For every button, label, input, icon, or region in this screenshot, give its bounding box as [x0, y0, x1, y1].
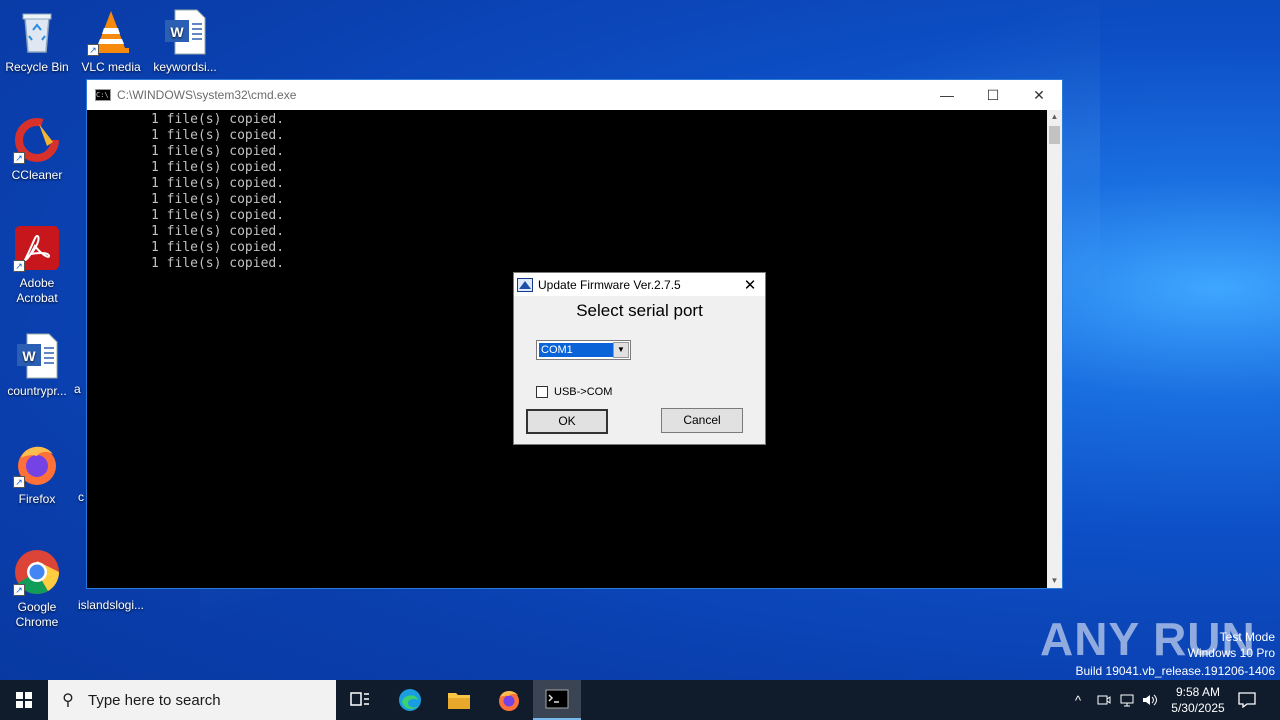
desktop-icon-label: islandslogi...	[77, 598, 145, 612]
desktop-icon-countrypr[interactable]: W countrypr...	[0, 332, 74, 399]
chevron-up-icon[interactable]: ^	[1068, 680, 1088, 720]
console-line: 1 file(s) copied.	[151, 176, 285, 191]
console-line: 1 file(s) copied.	[151, 128, 285, 143]
clock-date: 5/30/2025	[1171, 701, 1225, 715]
scroll-up-icon[interactable]: ▲	[1047, 110, 1062, 124]
usb-com-label: USB->COM	[554, 386, 613, 398]
desktop-icon-ccleaner[interactable]: ↗ CCleaner	[0, 116, 74, 183]
word-document-icon: W	[161, 8, 209, 56]
firefox-icon[interactable]	[485, 680, 533, 720]
task-view-icon[interactable]	[336, 680, 384, 720]
maximize-button[interactable]: ☐	[970, 80, 1016, 110]
search-icon: ⚲	[62, 692, 74, 709]
desktop-icon-recycle-bin[interactable]: Recycle Bin	[0, 8, 74, 75]
serial-port-select[interactable]: COM1 ▼	[536, 340, 631, 360]
search-placeholder: Type here to search	[88, 691, 221, 709]
ok-button[interactable]: OK	[526, 409, 608, 434]
start-button[interactable]	[0, 680, 48, 720]
desktop-icon-google-chrome[interactable]: ↗ Google Chrome	[0, 548, 74, 630]
notification-icon[interactable]	[1236, 680, 1258, 720]
file-explorer-icon[interactable]	[435, 680, 483, 720]
usb-com-option[interactable]: USB->COM	[536, 386, 612, 398]
console-line: 1 file(s) copied.	[151, 240, 285, 255]
edge-icon[interactable]	[386, 680, 434, 720]
console-line: 1 file(s) copied.	[151, 112, 285, 127]
usb-com-checkbox[interactable]	[536, 386, 548, 398]
taskbar: ⚲ Type here to search ^ 9:58 AM 5/30/202…	[0, 680, 1280, 720]
minimize-button[interactable]: —	[924, 80, 970, 110]
dialog-close-button[interactable]: ✕	[735, 276, 765, 294]
dialog-heading: Select serial port	[576, 301, 703, 320]
firmware-app-icon	[517, 277, 533, 292]
desktop-icon-label: Firefox	[18, 492, 56, 506]
taskbar-search-box[interactable]: ⚲ Type here to search	[48, 680, 336, 720]
dialog-title: Update Firmware Ver.2.7.5	[538, 277, 681, 292]
console-line: 1 file(s) copied.	[151, 160, 285, 175]
desktop-icon-label: Google Chrome	[15, 600, 59, 629]
vertical-scrollbar[interactable]: ▲ ▼	[1047, 110, 1062, 588]
shortcut-arrow-icon: ↗	[13, 260, 25, 272]
close-button[interactable]: ✕	[1016, 80, 1062, 110]
cmd-title: C:\WINDOWS\system32\cmd.exe	[117, 88, 297, 102]
desktop-icon-firefox[interactable]: ↗ Firefox	[0, 440, 74, 507]
shortcut-arrow-icon: ↗	[13, 584, 25, 596]
clock-time: 9:58 AM	[1175, 685, 1221, 699]
console-line: 1 file(s) copied.	[151, 224, 285, 239]
svg-text:W: W	[22, 348, 36, 364]
desktop-icon-adobe-acrobat[interactable]: ↗ Adobe Acrobat	[0, 224, 74, 306]
desktop-icon-label: CCleaner	[11, 168, 63, 182]
desktop-icon-vlc[interactable]: ↗ VLC media	[74, 8, 148, 75]
watermark-build: Build 19041.vb_release.191206-1406	[1075, 664, 1276, 678]
update-firmware-dialog[interactable]: Update Firmware Ver.2.7.5 ✕ Select seria…	[513, 272, 766, 445]
console-line: 1 file(s) copied.	[151, 144, 285, 159]
console-line: 1 file(s) copied.	[151, 192, 285, 207]
recycle-bin-icon	[13, 8, 61, 56]
desktop-icon-label: Recycle Bin	[5, 60, 69, 74]
serial-port-value: COM1	[538, 342, 614, 358]
adobe-acrobat-icon: ↗	[13, 224, 61, 272]
shortcut-arrow-icon: ↗	[13, 476, 25, 488]
cmd-taskbar-icon[interactable]	[533, 680, 581, 720]
console-line: 1 file(s) copied.	[151, 256, 285, 271]
chevron-down-icon[interactable]: ▼	[613, 342, 629, 358]
svg-text:W: W	[170, 24, 184, 40]
taskbar-clock[interactable]: 9:58 AM 5/30/2025	[1160, 680, 1236, 720]
word-document-icon: W	[13, 332, 61, 380]
volume-icon[interactable]	[1140, 680, 1160, 720]
watermark-test-mode: Test Mode	[1219, 630, 1275, 644]
scroll-down-icon[interactable]: ▼	[1047, 574, 1062, 588]
dialog-title-bar[interactable]: Update Firmware Ver.2.7.5 ✕	[514, 273, 765, 296]
shortcut-arrow-icon: ↗	[13, 152, 25, 164]
desktop-icon-keywordsi[interactable]: W keywordsi...	[148, 8, 222, 75]
chrome-icon: ↗	[13, 548, 61, 596]
firefox-icon: ↗	[13, 440, 61, 488]
watermark-edition: Windows 10 Pro	[1187, 646, 1275, 660]
meet-now-icon[interactable]	[1094, 680, 1114, 720]
desktop-icon-islandslogi[interactable]: islandslogi...	[74, 598, 148, 613]
cmd-title-bar[interactable]: C:\ C:\WINDOWS\system32\cmd.exe — ☐ ✕	[87, 80, 1062, 110]
desktop-icon-label: countrypr...	[7, 384, 67, 398]
shortcut-arrow-icon: ↗	[87, 44, 99, 56]
desktop-icon-label: keywordsi...	[153, 60, 217, 74]
cancel-button[interactable]: Cancel	[661, 408, 743, 433]
ccleaner-icon: ↗	[13, 116, 61, 164]
console-line: 1 file(s) copied.	[151, 208, 285, 223]
vlc-icon: ↗	[87, 8, 135, 56]
windows-logo-icon	[16, 692, 32, 708]
desktop-icon-label: VLC media	[81, 60, 141, 74]
network-icon[interactable]	[1117, 680, 1137, 720]
scroll-thumb[interactable]	[1049, 126, 1060, 144]
desktop-icon-label: Adobe Acrobat	[16, 276, 58, 305]
cmd-icon: C:\	[95, 89, 111, 101]
